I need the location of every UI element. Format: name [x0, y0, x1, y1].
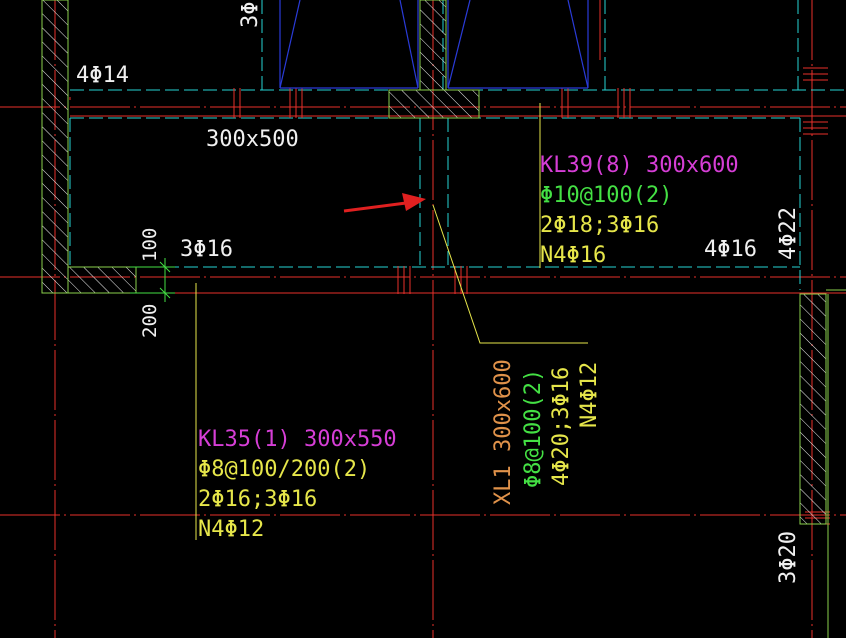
top-left-rebar-label: 4Φ14 [76, 63, 129, 88]
kl39-stirrup: Φ10@100(2) [540, 183, 672, 208]
top-vertical-rebar-label: 3Φ [238, 2, 263, 29]
xl1-main-bars: 4Φ20;3Φ16 [549, 367, 574, 486]
kl39-name: KL39(8) 300x600 [540, 153, 739, 178]
xl1-name: XL1 300x600 [491, 359, 516, 505]
xl1-torsion: N4Φ12 [577, 362, 602, 428]
bottom-right-vertical-label: 3Φ20 [776, 531, 801, 584]
dimension-lines [130, 258, 175, 302]
hatched-walls [41, 0, 846, 638]
kl35-name: KL35(1) 300x550 [198, 427, 397, 452]
xl1-annotation: XL1 300x600 Φ8@100(2) 4Φ20;3Φ16 N4Φ12 [491, 359, 602, 505]
bottom-left-column-hatch [67, 266, 137, 294]
dim-200-label: 200 [139, 304, 161, 338]
kl39-torsion: N4Φ16 [540, 243, 606, 268]
right-vertical-rebar-label: 4Φ22 [776, 207, 801, 260]
right-wall-hatch [799, 293, 827, 525]
dim-100-label: 100 [139, 228, 161, 262]
kl39-main-bars: 2Φ18;3Φ16 [540, 213, 659, 238]
kl35-torsion: N4Φ12 [198, 517, 264, 542]
kl35-main-bars: 2Φ16;3Φ16 [198, 487, 317, 512]
top-middle-post-hatch [419, 0, 447, 91]
kl35-annotation: KL35(1) 300x550 Φ8@100/200(2) 2Φ16;3Φ16 … [198, 427, 397, 542]
kl35-stirrup: Φ8@100/200(2) [198, 457, 370, 482]
left-bottom-rebar-label: 3Φ16 [180, 237, 233, 262]
red-arrow-icon [343, 193, 426, 213]
xl1-stirrup: Φ8@100(2) [521, 369, 546, 488]
beam-edge-lines [42, 97, 846, 294]
top-middle-column-hatch [388, 89, 480, 119]
left-wall-hatch [41, 0, 69, 294]
cad-drawing-canvas[interactable]: 4Φ14 300x500 3Φ16 4Φ16 3Φ 100 200 4Φ22 3… [0, 0, 846, 638]
right-bottom-rebar-label: 4Φ16 [704, 237, 757, 262]
top-beam-size-label: 300x500 [206, 127, 299, 152]
